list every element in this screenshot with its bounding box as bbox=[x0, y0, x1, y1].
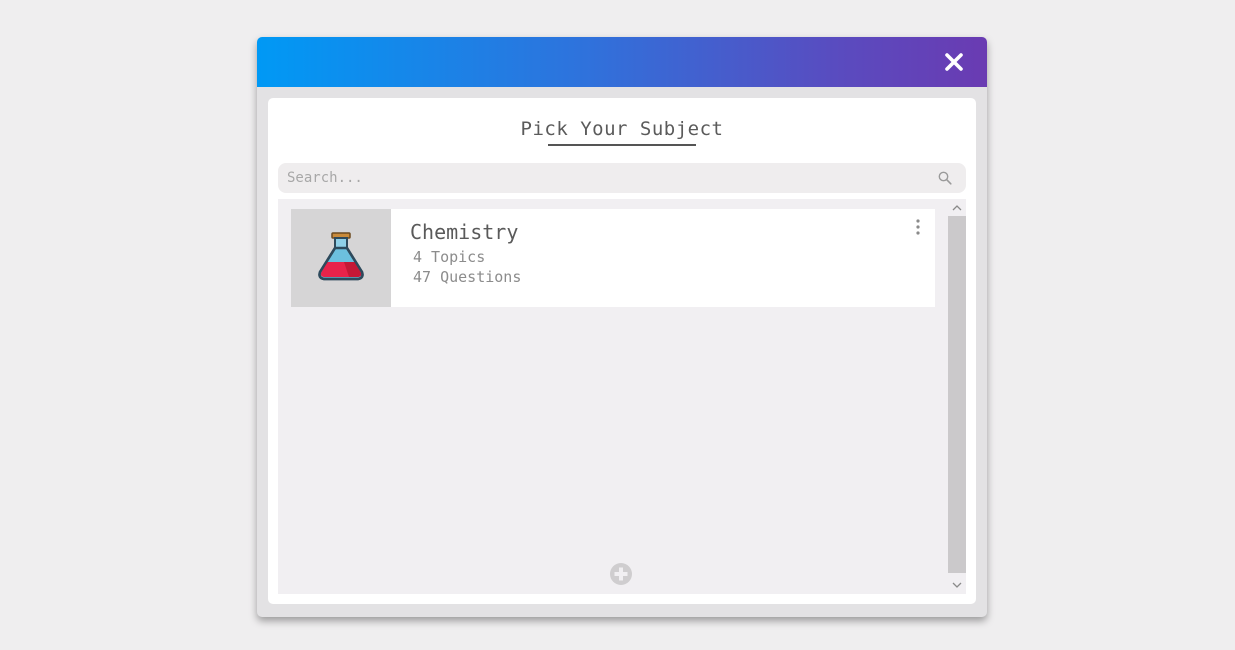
scroll-down-icon[interactable] bbox=[948, 578, 966, 592]
flask-icon bbox=[318, 232, 364, 281]
subject-name: Chemistry bbox=[410, 220, 519, 244]
scrollbar-thumb[interactable] bbox=[948, 216, 966, 573]
dialog-header bbox=[257, 37, 987, 87]
dialog-panel: Pick Your Subject Search... Chemistry 4 … bbox=[268, 98, 976, 604]
search-input[interactable] bbox=[287, 167, 927, 189]
search-icon[interactable] bbox=[938, 171, 952, 185]
close-icon[interactable] bbox=[943, 51, 965, 73]
add-circle-icon[interactable] bbox=[609, 562, 633, 586]
subject-picker-dialog: Pick Your Subject Search... Chemistry 4 … bbox=[257, 37, 987, 617]
subject-questions-count: 47 Questions bbox=[413, 268, 522, 286]
subject-list: Chemistry 4 Topics 47 Questions bbox=[278, 199, 966, 594]
subject-thumbnail bbox=[291, 209, 391, 307]
scroll-up-icon[interactable] bbox=[948, 201, 966, 215]
title-underline bbox=[548, 144, 696, 146]
search-box bbox=[278, 163, 966, 193]
dialog-title: Pick Your Subject bbox=[520, 118, 724, 140]
more-vertical-icon[interactable] bbox=[914, 218, 922, 236]
subject-topics-count: 4 Topics bbox=[413, 248, 486, 266]
subject-card-chemistry[interactable]: Chemistry 4 Topics 47 Questions bbox=[291, 209, 935, 307]
list-scrollbar[interactable] bbox=[948, 199, 966, 594]
